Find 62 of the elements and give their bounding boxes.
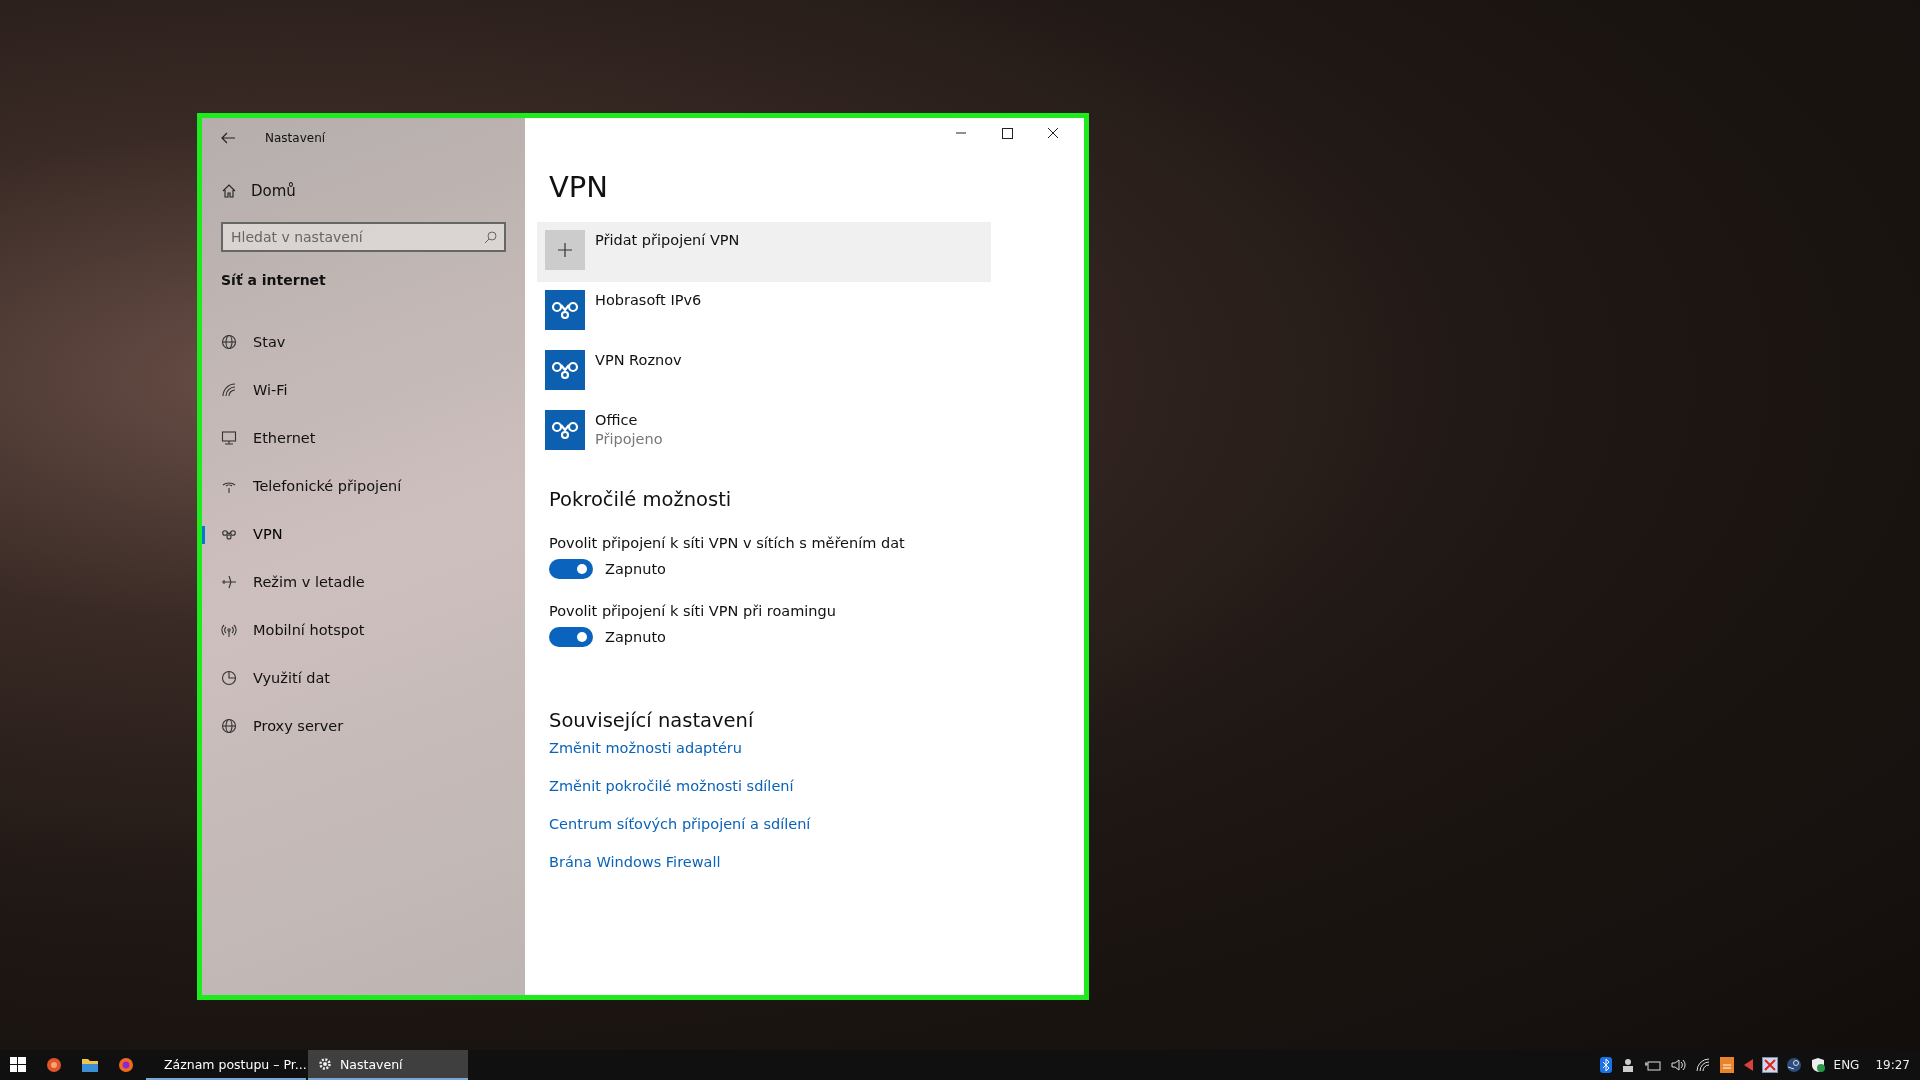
crossed-monitor-icon[interactable] — [1761, 1057, 1778, 1073]
section-heading: Pokročilé možnosti — [549, 488, 732, 511]
speaker-icon[interactable] — [1669, 1058, 1688, 1072]
sidebar-item[interactable]: Proxy server — [202, 702, 525, 750]
globe-icon — [221, 334, 237, 350]
wifi-icon[interactable] — [1695, 1058, 1712, 1072]
taskbar-app-button[interactable]: Nastavení — [308, 1050, 468, 1080]
toggle-label: Povolit připojení k síti VPN v sítích s měřením dat — [549, 535, 905, 551]
sidebar-item[interactable]: Režim v letadle — [202, 558, 525, 606]
sidebar-item[interactable]: Využití dat — [202, 654, 525, 702]
bluetooth-icon[interactable] — [1599, 1057, 1612, 1073]
vpn-connection-item[interactable]: Office Připojeno — [545, 410, 663, 470]
vpn-connection-item[interactable]: Hobrasoft IPv6 — [545, 290, 702, 350]
antenna-icon — [221, 622, 237, 638]
window-title: Nastavení — [265, 131, 326, 145]
toggle-state: Zapnuto — [605, 629, 666, 645]
sidebar-item[interactable]: Ethernet — [202, 414, 525, 462]
globe-icon — [221, 718, 237, 734]
page-title: VPN — [549, 170, 609, 204]
battery-icon[interactable] — [1643, 1058, 1662, 1072]
settings-link[interactable]: Centrum síťových připojení a sdílení — [549, 816, 811, 832]
sidebar-item[interactable]: VPN — [202, 510, 525, 558]
home-label: Domů — [251, 182, 296, 200]
vpn-connection-item[interactable]: VPN Roznov — [545, 350, 682, 410]
connection-name: VPN Roznov — [595, 352, 682, 368]
shield-icon[interactable] — [1809, 1057, 1826, 1073]
toggle-switch[interactable] — [549, 559, 593, 579]
section-heading: Síť a internet — [220, 271, 327, 288]
wifi-icon — [221, 382, 237, 398]
toggle-state: Zapnuto — [605, 561, 666, 577]
home-nav-item[interactable]: Domů — [202, 170, 525, 212]
search-field[interactable]: Hledat v nastavení — [221, 222, 506, 252]
airplane-icon — [221, 574, 237, 590]
plus-icon — [545, 230, 585, 270]
vpn-icon — [545, 290, 585, 330]
search-icon — [484, 231, 497, 244]
section-heading: Související nastavení — [549, 709, 754, 732]
clock[interactable]: 19:27 — [1875, 1058, 1910, 1072]
settings-link[interactable]: Změnit pokročilé možnosti sdílení — [549, 778, 794, 794]
sidebar-item[interactable]: Mobilní hotspot — [202, 606, 525, 654]
app-tray-icon[interactable] — [1719, 1057, 1734, 1073]
back-arrow-icon[interactable] — [221, 132, 235, 144]
settings-link[interactable]: Změnit možnosti adaptéru — [549, 740, 742, 756]
pie-chart-icon — [221, 670, 237, 686]
vpn-icon — [545, 350, 585, 390]
sidebar-item[interactable]: Stav — [202, 318, 525, 366]
language-indicator[interactable]: ENG — [1833, 1058, 1860, 1072]
house-icon — [221, 183, 237, 199]
monitor-icon — [221, 430, 237, 446]
toggle-label: Povolit připojení k síti VPN při roamingu — [549, 603, 836, 619]
sidebar-item[interactable]: Wi-Fi — [202, 366, 525, 414]
connection-name: Office — [595, 412, 639, 428]
gear-icon — [318, 1057, 332, 1071]
connection-name: Hobrasoft IPv6 — [595, 292, 702, 308]
steam-icon[interactable] — [1785, 1057, 1802, 1073]
toggle-switch[interactable] — [549, 627, 593, 647]
connection-status: Připojeno — [595, 431, 663, 447]
add-vpn-button[interactable]: Přidat připojení VPN — [537, 222, 991, 282]
vpn-icon — [545, 410, 585, 450]
sidebar-item[interactable]: Telefonické připojení — [202, 462, 525, 510]
settings-link[interactable]: Brána Windows Firewall — [549, 854, 721, 870]
taskbar-app-button[interactable]: Záznam postupu – Pr... — [146, 1050, 306, 1080]
